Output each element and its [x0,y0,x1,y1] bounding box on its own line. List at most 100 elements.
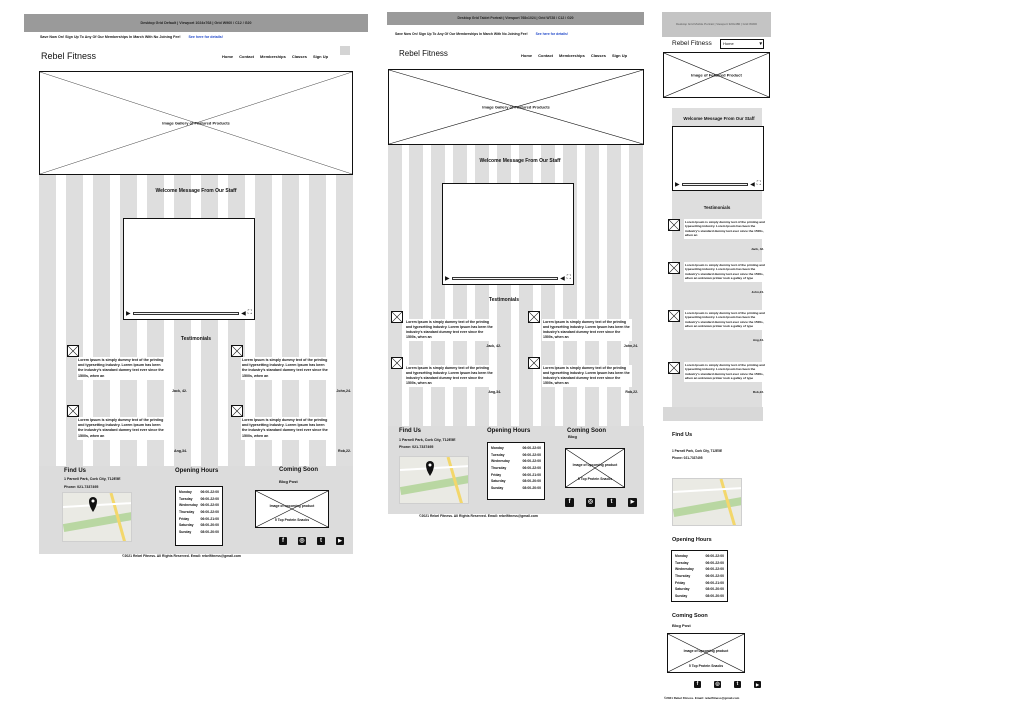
video-player[interactable]: ▶ ◀ ⛶ [123,218,255,320]
hours-time: 06:00-22:00 [522,446,541,450]
grid-column [39,174,56,474]
testimonial-card: Lorem Ipsum is simply dummy text of the … [67,345,187,401]
hours-row: Wednesday 06:00-22:00 [179,502,219,509]
grid-info-bar: Desktop Grid Default | Viewport 1024x768… [24,14,368,32]
hours-time: 06:00-21:00 [705,580,724,585]
facebook-icon[interactable]: f [565,498,574,507]
instagram-icon[interactable]: ◎ [714,681,721,688]
testimonial-text: Lorem Ipsum is simply dummy text of the … [684,362,766,382]
hours-time: 08:00-20:00 [200,523,219,528]
testimonial-author: Jack, 42. [486,344,501,348]
hero-image-placeholder: Image Gallery of Featured Products [388,69,644,145]
video-seek-bar[interactable] [132,312,240,315]
hours-row: Sunday 08:00-20:00 [675,593,724,600]
promo-text: Save Now On! Sign Up To Any Of Our Membe… [40,35,181,39]
location-map[interactable] [672,478,742,526]
brand-logo[interactable]: Rebel Fitness [399,49,448,58]
testimonial-text: Lorem Ipsum is simply dummy text of the … [405,319,495,342]
youtube-icon[interactable]: ▶ [754,681,761,688]
video-seek-bar[interactable] [681,183,749,186]
main-nav: Home Contact Memberships Classes Sign Up [216,54,328,59]
twitter-icon[interactable]: t [317,537,325,545]
testimonial-text: Lorem Ipsum is simply dummy text of the … [77,417,167,440]
phone: Phone: 021-7337495 [672,456,703,460]
video-player[interactable]: ▶ ◀ ⛶ [442,183,574,285]
nav-sign-up[interactable]: Sign Up [612,53,627,58]
testimonial-card: Lorem Ipsum is simply dummy text of the … [668,219,766,261]
blog-title[interactable]: 5 Top Protein Snacks [566,477,624,481]
nav-sign-up[interactable]: Sign Up [313,54,328,59]
hours-day: Sunday [675,593,688,598]
fullscreen-icon[interactable]: ⛶ [248,310,252,317]
blog-image-caption: Image of upcoming product [683,649,729,653]
location-map[interactable] [62,492,132,542]
play-icon[interactable]: ▶ [675,181,680,188]
promo-link[interactable]: See here for details! [536,32,568,36]
grid-info-bar: Desktop Grid Mobile Portrait | Viewport … [662,12,771,37]
volume-icon[interactable]: ◀ [560,275,565,282]
brand-logo[interactable]: Rebel Fitness [672,40,712,47]
instagram-icon[interactable]: ◎ [586,498,595,507]
nav-classes[interactable]: Classes [292,54,307,59]
testimonial-author: Ang,34. [752,338,764,342]
blog-post-card[interactable]: Image of upcoming product 5 Top Protein … [255,490,329,528]
hours-day: Friday [179,516,190,521]
testimonial-card: Lorem Ipsum is simply dummy text of the … [528,357,638,407]
testimonial-avatar [668,310,680,322]
play-icon[interactable]: ▶ [126,310,131,317]
facebook-icon[interactable]: f [279,537,287,545]
blog-post-card[interactable]: Image of upcoming product 5 Top Protein … [565,448,625,488]
fullscreen-icon[interactable]: ⛶ [567,275,571,282]
copyright: ©2021 Rebel Fitness. Email: rebelfitness… [664,696,740,700]
facebook-icon[interactable]: f [694,681,701,688]
youtube-icon[interactable]: ▶ [336,537,344,545]
address: 1 Parnell Park, Cork City, T12E5E [399,438,456,442]
testimonial-text: Lorem Ipsum is simply dummy text of the … [684,262,766,282]
hours-row: Saturday 08:00-20:00 [179,522,219,529]
hours-day: Thursday [179,509,195,514]
testimonial-card: Lorem Ipsum is simply dummy text of the … [668,262,766,304]
chevron-down-icon: ▾ [759,41,762,47]
hours-time: 06:00-22:00 [705,567,724,572]
hours-time: 08:00-20:00 [200,529,219,534]
hours-time: 06:00-22:00 [200,496,219,501]
nav-home[interactable]: Home [222,54,233,59]
testimonial-avatar [528,357,540,369]
hours-day: Thursday [675,573,691,578]
nav-home[interactable]: Home [521,53,532,58]
testimonial-card: Lorem Ipsum is simply dummy text of the … [391,311,501,361]
nav-memberships[interactable]: Memberships [559,53,585,58]
coming-soon-heading: Coming Soon [672,613,708,619]
testimonial-avatar [67,345,79,357]
nav-menu-selected: Home [723,41,734,46]
location-map[interactable] [399,456,469,504]
main-nav: Home Contact Memberships Classes Sign Up [515,53,627,58]
nav-contact[interactable]: Contact [239,54,254,59]
youtube-icon[interactable]: ▶ [628,498,637,507]
fullscreen-icon[interactable]: ⛶ [757,181,761,188]
hero-caption: Image Gallery of Featured Products [482,104,550,110]
blog-title[interactable]: 5 Top Protein Snacks [668,664,744,668]
twitter-icon[interactable]: t [734,681,741,688]
testimonial-author: Rob,22. [625,390,638,394]
find-us-heading: Find Us [672,432,693,438]
nav-memberships[interactable]: Memberships [260,54,286,59]
blog-post-card[interactable]: Image of upcoming product 5 Top Protein … [667,633,745,673]
promo-link[interactable]: See here for details! [189,35,223,39]
testimonial-author: Jack, 42. [751,247,764,251]
blog-title[interactable]: 5 Top Protein Snacks [256,518,328,522]
brand-logo[interactable]: Rebel Fitness [41,51,96,61]
twitter-icon[interactable]: t [607,498,616,507]
play-icon[interactable]: ▶ [445,275,450,282]
video-seek-bar[interactable] [451,277,559,280]
volume-icon[interactable]: ◀ [241,310,246,317]
instagram-icon[interactable]: ◎ [298,537,306,545]
nav-classes[interactable]: Classes [591,53,606,58]
hours-time: 06:00-21:00 [522,472,541,477]
desktop-wireframe: Desktop Grid Default | Viewport 1024x768… [24,14,368,562]
video-player[interactable]: ▶ ◀ ⛶ [672,126,764,191]
promo-banner: Save Now On! Sign Up To Any Of Our Membe… [387,29,644,39]
volume-icon[interactable]: ◀ [750,181,755,188]
nav-menu-select[interactable]: Home ▾ [720,39,764,49]
nav-contact[interactable]: Contact [538,53,553,58]
